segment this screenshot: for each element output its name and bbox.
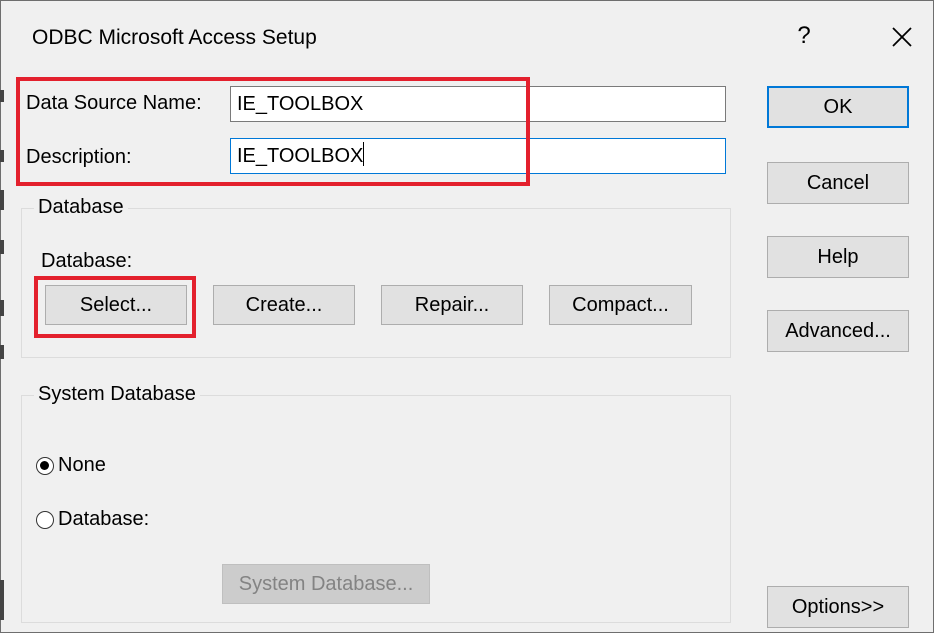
dialog-title: ODBC Microsoft Access Setup	[32, 26, 317, 49]
radio-database-label: Database:	[58, 508, 150, 530]
cancel-button[interactable]: Cancel	[767, 162, 909, 204]
database-label: Database:	[41, 250, 133, 272]
background-window-edge	[0, 240, 4, 254]
radio-database[interactable]: Database:	[36, 508, 149, 531]
ok-button[interactable]: OK	[767, 86, 909, 128]
close-icon	[892, 27, 912, 47]
background-window-edge	[0, 580, 4, 620]
radio-none-label: None	[58, 454, 106, 476]
background-window-edge	[0, 190, 4, 210]
annotation-highlight-fields	[16, 77, 530, 186]
background-window-edge	[0, 90, 4, 102]
compact-button[interactable]: Compact...	[549, 285, 692, 325]
options-button[interactable]: Options>>	[767, 586, 909, 628]
create-button[interactable]: Create...	[213, 285, 355, 325]
annotation-highlight-select	[34, 276, 196, 338]
system-database-group-title: System Database	[34, 383, 200, 406]
advanced-button[interactable]: Advanced...	[767, 310, 909, 352]
radio-none[interactable]: None	[36, 454, 106, 477]
background-window-edge	[0, 150, 4, 162]
repair-button[interactable]: Repair...	[381, 285, 523, 325]
background-window-edge	[0, 345, 4, 359]
radio-checked-icon	[36, 456, 54, 475]
database-group-title: Database	[34, 196, 128, 219]
radio-unchecked-icon	[36, 510, 54, 529]
close-button[interactable]	[878, 16, 926, 60]
help-question-icon[interactable]: ?	[792, 22, 816, 50]
background-window-edge	[0, 300, 4, 316]
help-button[interactable]: Help	[767, 236, 909, 278]
system-database-button[interactable]: System Database...	[222, 564, 430, 604]
